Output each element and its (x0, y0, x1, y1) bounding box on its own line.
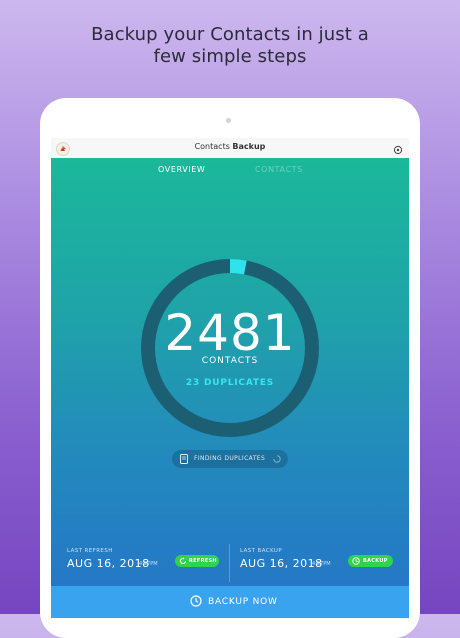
settings-icon[interactable] (393, 142, 403, 155)
overview-panel: OVERVIEW CONTACTS 2481 CONTACTS 23 DUPLI… (51, 158, 409, 586)
tab-contacts[interactable]: CONTACTS (255, 165, 303, 174)
refresh-button[interactable]: REFRESH (175, 555, 219, 567)
headline-line-1: Backup your Contacts in just a (91, 24, 369, 45)
title-bar: Contacts Backup (51, 138, 409, 159)
last-backup-caption: LAST BACKUP (240, 548, 283, 554)
backup-button[interactable]: BACKUP (348, 555, 393, 567)
app-screen: Contacts Backup OVERVIEW CONTACTS 2481 C… (51, 138, 409, 618)
last-refresh-caption: LAST REFRESH (67, 548, 113, 554)
headline: Backup your Contacts in just a few simpl… (0, 24, 460, 68)
last-backup-date: AUG 16, 2018 (240, 557, 323, 570)
backup-button-label: BACKUP (363, 558, 388, 564)
contact-count-label: CONTACTS (201, 356, 259, 366)
last-backup-time: 4:27PM (312, 561, 331, 567)
stats-divider (229, 544, 230, 582)
document-icon (180, 454, 188, 464)
finding-duplicates-label: FINDING DUPLICATES (194, 455, 266, 462)
camera-dot (226, 118, 231, 123)
headline-line-2: few simple steps (153, 46, 307, 67)
backup-now-label: BACKUP NOW (208, 597, 278, 607)
refresh-icon (180, 557, 186, 564)
app-title-light: Contacts (194, 142, 233, 151)
last-refresh-time: 4:27PM (139, 561, 158, 567)
refresh-button-label: REFRESH (189, 558, 217, 564)
last-refresh-date: AUG 16, 2018 (67, 557, 150, 570)
backup-now-button[interactable]: BACKUP NOW (51, 586, 409, 618)
duplicates-link[interactable]: 23 DUPLICATES (140, 378, 320, 388)
spinner-icon (273, 455, 281, 463)
app-title-bold: Backup (232, 142, 266, 151)
finding-duplicates-status: FINDING DUPLICATES (172, 450, 288, 468)
backup-clock-icon (352, 557, 360, 565)
clock-icon (190, 595, 202, 607)
tab-overview[interactable]: OVERVIEW (158, 165, 205, 174)
contact-count: 2481 (164, 304, 296, 362)
app-title: Contacts Backup (51, 142, 409, 151)
